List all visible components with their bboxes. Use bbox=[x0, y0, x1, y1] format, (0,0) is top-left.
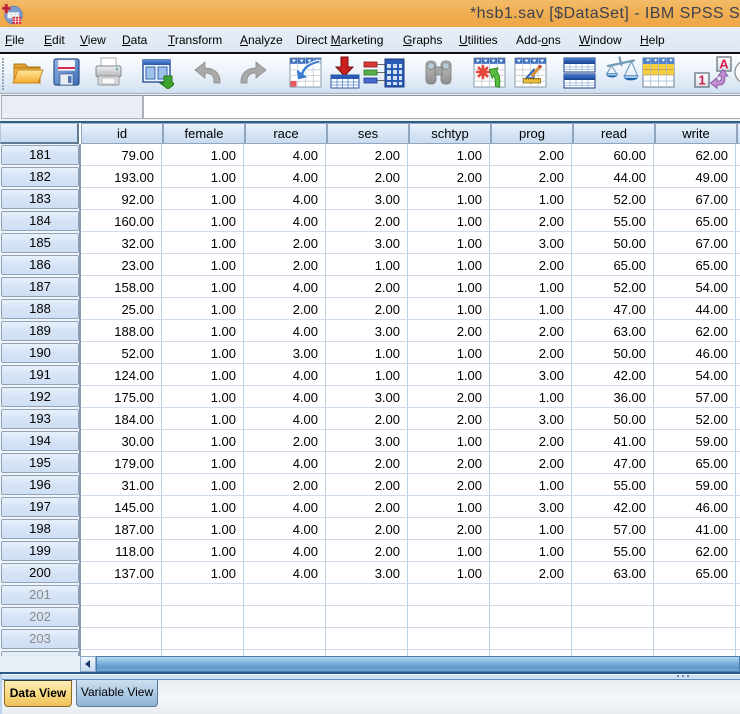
svg-text:1: 1 bbox=[698, 73, 705, 88]
svg-text:A: A bbox=[719, 57, 729, 72]
